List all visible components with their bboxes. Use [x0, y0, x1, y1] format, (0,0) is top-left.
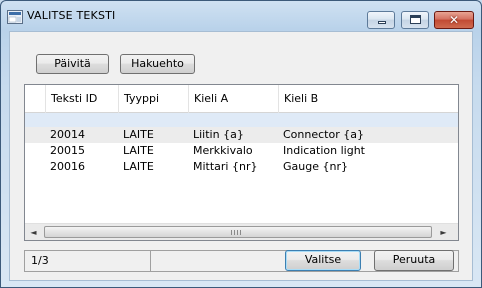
grip-icon: [231, 230, 241, 235]
column-header-text-id[interactable]: Teksti ID: [45, 85, 115, 113]
cell-type: LAITE: [123, 128, 154, 141]
cell-language-a: Merkkivalo: [193, 144, 253, 157]
cell-type: LAITE: [123, 160, 154, 173]
table-row[interactable]: 20016 LAITE Mittari {nr} Gauge {nr}: [25, 159, 458, 175]
cell-language-b: Indication light: [283, 144, 365, 157]
close-button[interactable]: ✕: [434, 11, 474, 29]
text-grid[interactable]: Teksti ID Tyyppi Kieli A Kieli B 20014 L…: [24, 84, 459, 241]
refresh-button[interactable]: Päivitä: [36, 54, 109, 74]
minimize-icon: [378, 21, 386, 24]
minimize-button[interactable]: [367, 11, 395, 29]
search-criteria-button[interactable]: Hakuehto: [120, 54, 195, 74]
app-icon: [7, 10, 23, 24]
title-bar[interactable]: VALITSE TEKSTI ✕: [1, 1, 481, 31]
dialog-window: VALITSE TEKSTI ✕ Päivitä Hakuehto Teksti…: [0, 0, 482, 288]
cell-language-a: Mittari {nr}: [193, 160, 258, 173]
select-button[interactable]: Valitse: [285, 250, 361, 271]
window-title: VALITSE TEKSTI: [27, 9, 116, 22]
column-header-language-b[interactable]: Kieli B: [278, 85, 458, 113]
maximize-button[interactable]: [401, 11, 429, 29]
maximize-icon: [410, 15, 421, 24]
cell-text-id: 20016: [50, 160, 85, 173]
grid-header: Teksti ID Tyyppi Kieli A Kieli B: [25, 85, 458, 113]
cell-language-b: Gauge {nr}: [283, 160, 348, 173]
horizontal-scrollbar[interactable]: ◄ ►: [25, 223, 458, 240]
cancel-button[interactable]: Peruuta: [374, 250, 454, 271]
cell-text-id: 20015: [50, 144, 85, 157]
cell-language-b: Connector {a}: [283, 128, 364, 141]
record-position: 1/3: [25, 251, 151, 271]
column-header-language-a[interactable]: Kieli A: [188, 85, 278, 113]
cell-type: LAITE: [123, 144, 154, 157]
table-row[interactable]: 20015 LAITE Merkkivalo Indication light: [25, 143, 458, 159]
scroll-left-button[interactable]: ◄: [25, 224, 42, 240]
cell-language-a: Liitin {a}: [193, 128, 244, 141]
close-icon: ✕: [448, 13, 460, 27]
column-header-type[interactable]: Tyyppi: [118, 85, 188, 113]
dialog-body: Päivitä Hakuehto Teksti ID Tyyppi Kieli …: [9, 31, 473, 281]
table-row[interactable]: 20014 LAITE Liitin {a} Connector {a}: [25, 127, 458, 143]
scroll-right-button[interactable]: ►: [435, 224, 452, 240]
scroll-thumb[interactable]: [44, 226, 432, 238]
cell-text-id: 20014: [50, 128, 85, 141]
